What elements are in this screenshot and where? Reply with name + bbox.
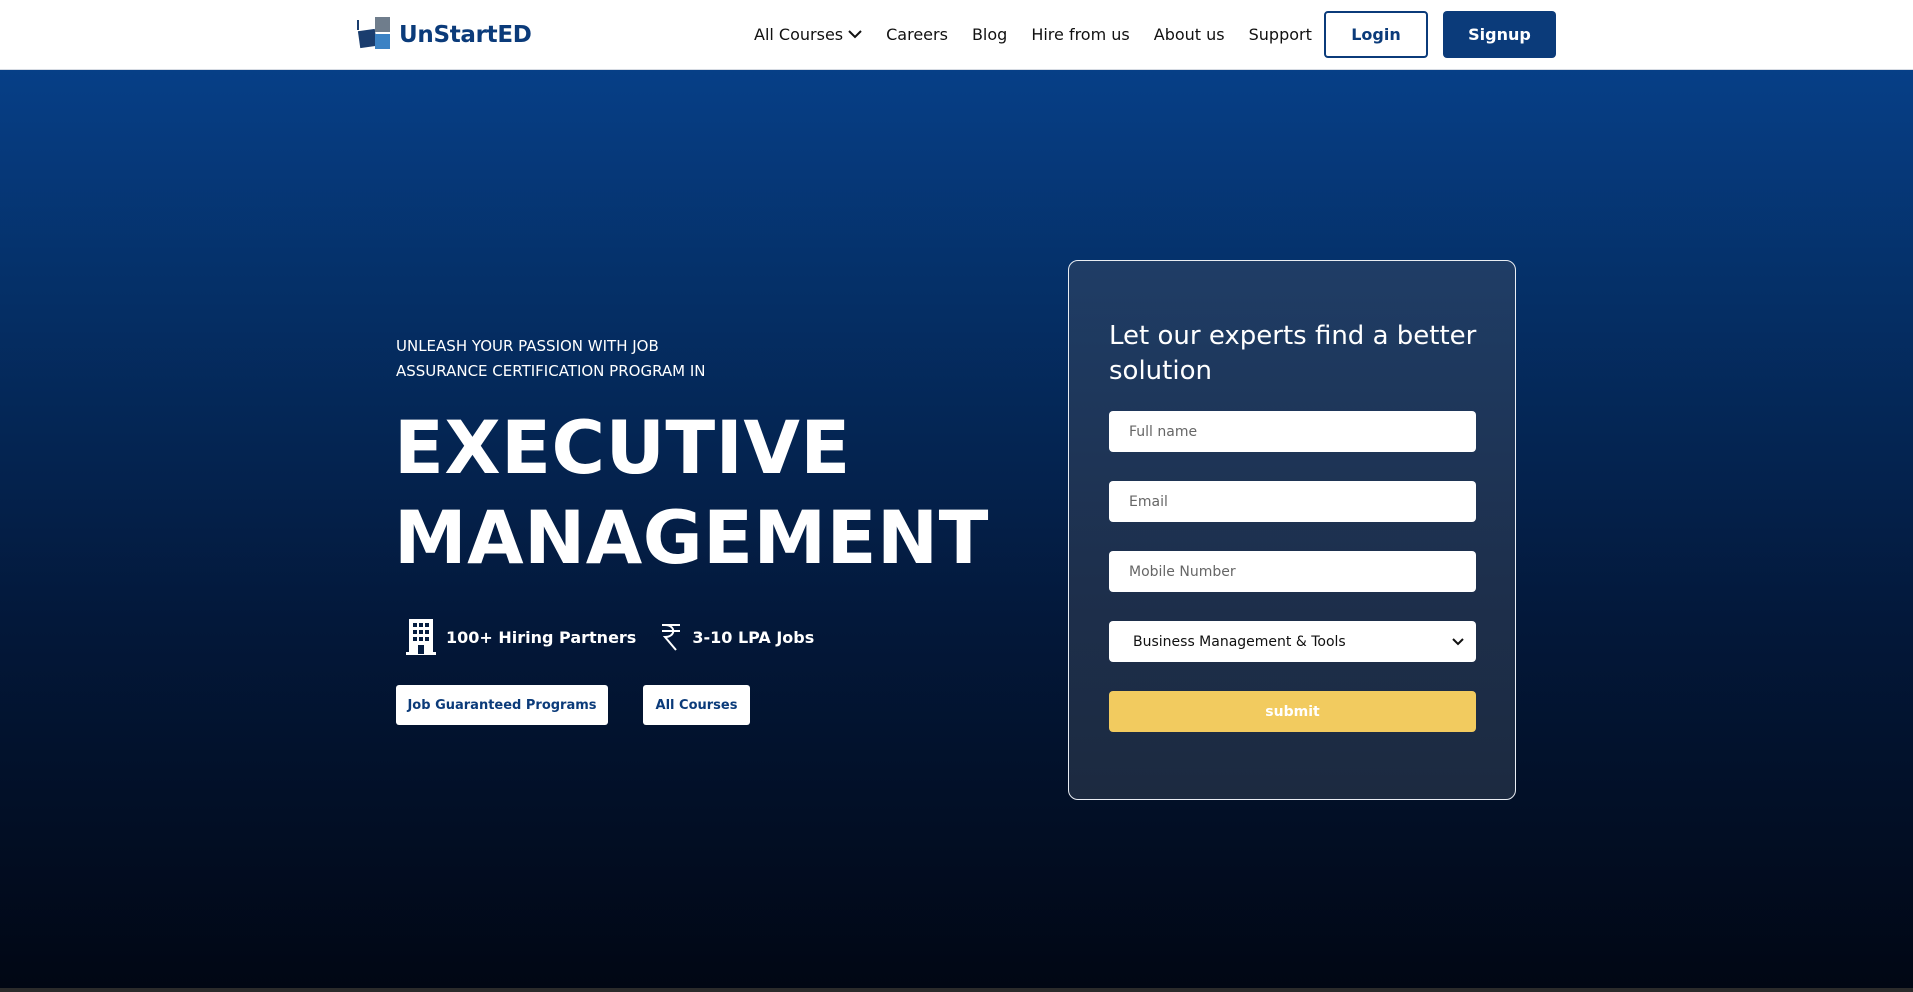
- brand-logo[interactable]: UnStartED: [355, 15, 532, 55]
- stat-lpa-jobs-text: 3-10 LPA Jobs: [692, 627, 815, 647]
- hero-headline: EXECUTIVE MANAGEMENT: [394, 404, 994, 584]
- top-navbar: UnStartED All Courses Careers Blog Hire …: [0, 0, 1913, 70]
- signup-button[interactable]: Signup: [1443, 11, 1556, 58]
- lead-form-card: Let our experts find a better solution B…: [1068, 260, 1516, 800]
- nav-careers[interactable]: Careers: [886, 25, 948, 44]
- nav-support[interactable]: Support: [1249, 25, 1312, 44]
- stat-lpa-jobs: 3-10 LPA Jobs: [660, 622, 814, 652]
- stat-hiring-partners-text: 100+ Hiring Partners: [446, 627, 637, 647]
- course-select[interactable]: Business Management & Tools: [1109, 621, 1476, 662]
- job-guaranteed-programs-button[interactable]: Job Guaranteed Programs: [396, 685, 608, 725]
- nav-all-courses-label: All Courses: [754, 24, 844, 44]
- brand-name: UnStartED: [399, 22, 532, 48]
- form-title: Let our experts find a better solution: [1109, 321, 1477, 386]
- chevron-down-icon: [1452, 637, 1464, 645]
- submit-button[interactable]: submit: [1109, 691, 1476, 732]
- nav-all-courses[interactable]: All Courses: [754, 25, 862, 44]
- email-input[interactable]: [1109, 481, 1476, 522]
- rupee-icon: [662, 624, 681, 651]
- stat-hiring-partners: 100+ Hiring Partners: [406, 618, 636, 656]
- nav-hire-from-us[interactable]: Hire from us: [1031, 25, 1129, 44]
- bottom-divider: [0, 988, 1913, 992]
- course-select-value: Business Management & Tools: [1133, 633, 1346, 650]
- hero-stats: 100+ Hiring Partners 3-10 LPA Jobs: [406, 617, 838, 657]
- full-name-input[interactable]: [1109, 411, 1476, 452]
- chevron-down-icon: [848, 30, 862, 39]
- headline-line-1: EXECUTIVE: [394, 406, 851, 491]
- headline-line-2: MANAGEMENT: [394, 496, 989, 581]
- nav-blog[interactable]: Blog: [972, 25, 1007, 44]
- all-courses-button[interactable]: All Courses: [643, 685, 750, 725]
- main-nav: All Courses Careers Blog Hire from us Ab…: [754, 0, 1336, 68]
- login-button[interactable]: Login: [1324, 11, 1428, 58]
- building-icon: [406, 619, 436, 655]
- unstarted-logo-icon: [355, 15, 393, 55]
- nav-about-us[interactable]: About us: [1154, 25, 1225, 44]
- hero-tagline: UNLEASH YOUR PASSION WITH JOB ASSURANCE …: [396, 337, 706, 380]
- mobile-number-input[interactable]: [1109, 551, 1476, 592]
